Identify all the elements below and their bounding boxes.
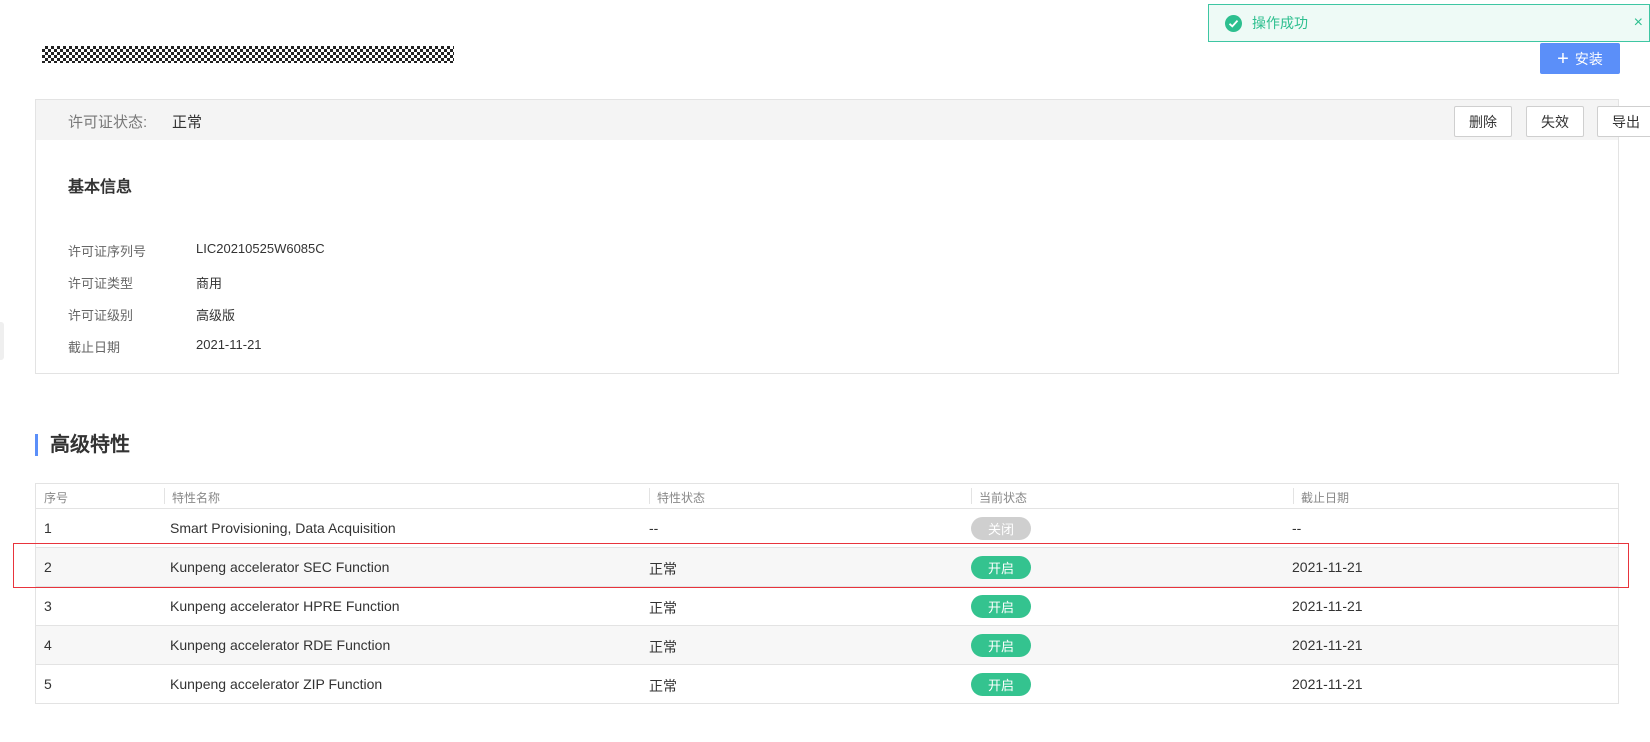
row-index: 5 xyxy=(44,676,52,692)
info-label: 许可证序列号 xyxy=(68,244,147,259)
row-index: 3 xyxy=(44,598,52,614)
side-panel-handle[interactable] xyxy=(0,322,4,360)
column-header-name: 特性名称 xyxy=(172,491,221,505)
row-expiry: 2021-11-21 xyxy=(1292,676,1363,692)
row-index: 2 xyxy=(44,559,52,575)
redacted-title xyxy=(42,46,454,63)
row-feature-name: Kunpeng accelerator HPRE Function xyxy=(170,598,400,614)
column-divider xyxy=(164,488,165,504)
install-button-label: 安装 xyxy=(1574,50,1603,67)
info-value: LIC20210525W6085C xyxy=(196,241,325,256)
info-label: 许可证级别 xyxy=(68,308,134,323)
row-feature-status: 正常 xyxy=(649,678,677,694)
license-status-bar: 许可证状态: 正常 删除 失效 导出 xyxy=(36,100,1650,140)
delete-button[interactable]: 删除 xyxy=(1454,106,1512,137)
info-value: 商用 xyxy=(196,276,223,291)
license-status-label: 许可证状态: xyxy=(68,114,148,131)
row-expiry: 2021-11-21 xyxy=(1292,598,1363,614)
table-row[interactable]: 2 Kunpeng accelerator SEC Function 正常 开启… xyxy=(36,548,1618,587)
column-divider xyxy=(971,488,972,504)
info-label: 许可证类型 xyxy=(68,276,134,291)
info-label: 截止日期 xyxy=(68,340,121,355)
license-panel: 许可证状态: 正常 删除 失效 导出 基本信息 许可证序列号 LIC202105… xyxy=(35,99,1650,374)
row-feature-name: Kunpeng accelerator SEC Function xyxy=(170,559,390,575)
invalidate-button[interactable]: 失效 xyxy=(1526,106,1584,137)
info-value: 2021-11-21 xyxy=(196,337,262,352)
table-row[interactable]: 1 Smart Provisioning, Data Acquisition -… xyxy=(36,509,1618,548)
state-badge: 开启 xyxy=(971,556,1031,579)
column-header-feature-status: 特性状态 xyxy=(657,491,706,505)
row-index: 1 xyxy=(44,520,52,536)
row-feature-status: 正常 xyxy=(649,561,677,577)
success-toast: 操作成功 × xyxy=(1208,4,1650,42)
advanced-features-title: 高级特性 xyxy=(35,434,130,456)
row-feature-name: Kunpeng accelerator ZIP Function xyxy=(170,676,383,692)
state-badge: 关闭 xyxy=(971,517,1031,540)
column-header-current-state: 当前状态 xyxy=(979,491,1028,505)
row-expiry: 2021-11-21 xyxy=(1292,637,1363,653)
features-table: 序号 特性名称 特性状态 当前状态 截止日期 1 Smart Provision… xyxy=(35,483,1619,704)
close-icon[interactable]: × xyxy=(1634,14,1643,32)
row-feature-name: Kunpeng accelerator RDE Function xyxy=(170,637,391,653)
export-button[interactable]: 导出 xyxy=(1597,106,1650,137)
column-header-index: 序号 xyxy=(44,491,69,505)
table-row[interactable]: 4 Kunpeng accelerator RDE Function 正常 开启… xyxy=(36,626,1618,665)
row-index: 4 xyxy=(44,637,52,653)
row-feature-status: -- xyxy=(649,520,659,536)
column-divider xyxy=(1293,488,1294,504)
install-button[interactable]: + 安装 xyxy=(1540,43,1620,74)
row-expiry: 2021-11-21 xyxy=(1292,559,1363,575)
license-status-value: 正常 xyxy=(172,114,203,131)
check-circle-icon xyxy=(1225,14,1242,32)
state-badge: 开启 xyxy=(971,634,1031,657)
table-row[interactable]: 5 Kunpeng accelerator ZIP Function 正常 开启… xyxy=(36,665,1618,704)
info-value: 高级版 xyxy=(196,308,236,323)
table-header: 序号 特性名称 特性状态 当前状态 截止日期 xyxy=(36,484,1618,509)
row-expiry: -- xyxy=(1292,520,1302,536)
column-divider xyxy=(649,488,650,504)
plus-icon: + xyxy=(1557,47,1569,70)
state-badge: 开启 xyxy=(971,673,1031,696)
row-feature-name: Smart Provisioning, Data Acquisition xyxy=(170,520,396,536)
column-header-expiry: 截止日期 xyxy=(1301,491,1350,505)
state-badge: 开启 xyxy=(971,595,1031,618)
toast-message: 操作成功 xyxy=(1252,15,1308,31)
table-row[interactable]: 3 Kunpeng accelerator HPRE Function 正常 开… xyxy=(36,587,1618,626)
row-feature-status: 正常 xyxy=(649,639,677,655)
row-feature-status: 正常 xyxy=(649,600,677,616)
basic-info-title: 基本信息 xyxy=(68,179,133,196)
